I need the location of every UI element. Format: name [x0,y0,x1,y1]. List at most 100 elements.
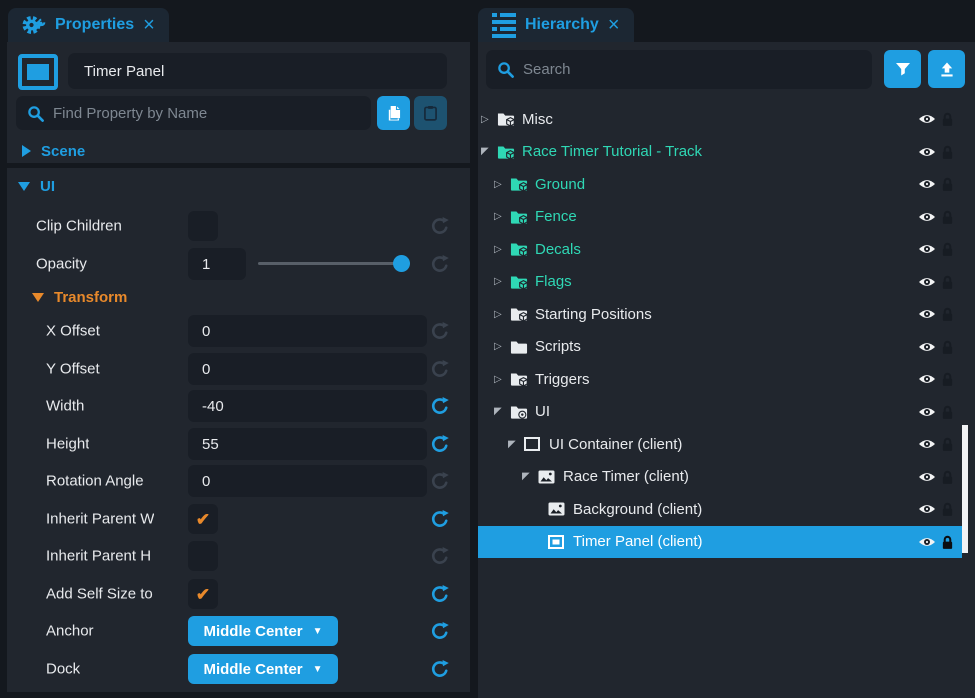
lock-icon[interactable] [941,502,954,517]
anchor-dropdown[interactable]: Middle Center ▼ [188,616,338,646]
visibility-eye-icon[interactable] [918,308,936,320]
section-transform[interactable]: Transform [32,286,127,308]
section-scene[interactable]: Scene [22,140,85,162]
reset-icon[interactable] [430,584,450,604]
visibility-eye-icon[interactable] [918,406,936,418]
visibility-eye-icon[interactable] [918,341,936,353]
container-icon [524,437,542,451]
reset-icon[interactable] [430,396,450,416]
expand-arrow-icon[interactable]: ▷ [494,309,508,320]
expand-arrow-icon[interactable]: ▷ [494,374,508,385]
reset-icon[interactable] [430,254,450,274]
lock-icon[interactable] [941,177,954,192]
tree-item-race-timer[interactable]: ◤ Race Timer (client) [478,461,962,494]
hierarchy-search-box[interactable] [486,50,872,89]
tree-item-race-timer-tutorial-track[interactable]: ◤ Race Timer Tutorial - Track [478,136,962,169]
visibility-eye-icon[interactable] [918,276,936,288]
tree-item-starting-positions[interactable]: ▷ Starting Positions [478,298,962,331]
tree-item-ground[interactable]: ▷ Ground [478,168,962,201]
lock-icon[interactable] [941,437,954,452]
close-icon[interactable]: × [608,15,620,35]
tree-item-flags[interactable]: ▷ Flags [478,266,962,299]
rotation-angle-input[interactable] [188,465,427,497]
filter-button[interactable] [884,50,921,88]
tree-item-misc[interactable]: ▷ Misc [478,103,962,136]
visibility-eye-icon[interactable] [918,243,936,255]
expand-arrow-icon[interactable]: ▷ [494,276,508,287]
scrollbar-thumb[interactable] [962,425,968,553]
tab-properties[interactable]: Properties × [8,8,169,42]
hierarchy-search-input[interactable] [523,61,861,78]
y-offset-input[interactable] [188,353,427,385]
tree-item-timer-panel-selected[interactable]: Timer Panel (client) [478,526,962,559]
visibility-eye-icon[interactable] [918,438,936,450]
copy-properties-button[interactable] [377,96,410,130]
tab-hierarchy[interactable]: Hierarchy × [478,8,634,42]
opacity-slider[interactable] [258,245,410,283]
slider-track[interactable] [258,262,410,265]
lock-icon[interactable] [941,274,954,289]
reset-icon[interactable] [430,216,450,236]
section-ui[interactable]: UI [18,175,55,197]
lock-icon[interactable] [941,372,954,387]
opacity-input[interactable] [188,248,246,280]
reset-icon[interactable] [430,321,450,341]
expand-arrow-icon[interactable]: ▷ [494,179,508,190]
dock-dropdown[interactable]: Middle Center ▼ [188,654,338,684]
reset-icon[interactable] [430,359,450,379]
visibility-eye-icon[interactable] [918,146,936,158]
reset-icon[interactable] [430,659,450,679]
width-input[interactable] [188,390,427,422]
tree-item-decals[interactable]: ▷ Decals [478,233,962,266]
expand-arrow-icon[interactable]: ▷ [494,341,508,352]
visibility-eye-icon[interactable] [918,211,936,223]
lock-icon[interactable] [941,469,954,484]
lock-icon[interactable] [941,307,954,322]
collapse-arrow-icon[interactable]: ◤ [481,146,495,157]
expand-arrow-icon[interactable]: ▷ [481,114,495,125]
tree-item-fence[interactable]: ▷ Fence [478,201,962,234]
x-offset-input[interactable] [188,315,427,347]
expand-arrow-icon[interactable]: ▷ [494,211,508,222]
reset-icon[interactable] [430,621,450,641]
property-search-input[interactable] [53,105,360,122]
collapse-arrow-icon[interactable]: ◤ [494,406,508,417]
collapse-arrow-icon[interactable]: ◤ [508,439,522,450]
folder-icon [510,339,528,355]
lock-icon[interactable] [941,404,954,419]
paste-properties-button[interactable] [414,96,447,130]
collapse-arrow-icon[interactable]: ◤ [522,471,536,482]
slider-knob[interactable] [393,255,410,272]
height-input[interactable] [188,428,427,460]
lock-icon[interactable] [941,144,954,159]
tree-item-ui[interactable]: ◤ UI [478,396,962,429]
close-icon[interactable]: × [143,15,155,35]
inherit-parent-height-checkbox[interactable] [188,541,218,571]
reset-icon[interactable] [430,471,450,491]
visibility-eye-icon[interactable] [918,471,936,483]
visibility-eye-icon[interactable] [918,373,936,385]
lock-icon[interactable] [941,242,954,257]
lock-icon[interactable] [941,339,954,354]
property-search-box[interactable] [16,96,371,130]
tree-item-background[interactable]: Background (client) [478,493,962,526]
upload-button[interactable] [928,50,965,88]
tree-item-ui-container[interactable]: ◤ UI Container (client) [478,428,962,461]
lock-icon[interactable] [941,112,954,127]
visibility-eye-icon[interactable] [918,536,936,548]
reset-icon[interactable] [430,434,450,454]
inherit-parent-width-checkbox[interactable]: ✔ [188,504,218,534]
clip-children-checkbox[interactable] [188,211,218,241]
entity-name-input[interactable] [68,53,447,89]
reset-icon[interactable] [430,509,450,529]
reset-icon[interactable] [430,546,450,566]
lock-icon[interactable] [941,534,954,549]
lock-icon[interactable] [941,209,954,224]
visibility-eye-icon[interactable] [918,178,936,190]
add-self-size-checkbox[interactable]: ✔ [188,579,218,609]
tree-item-scripts[interactable]: ▷ Scripts [478,331,962,364]
expand-arrow-icon[interactable]: ▷ [494,244,508,255]
tree-item-triggers[interactable]: ▷ Triggers [478,363,962,396]
visibility-eye-icon[interactable] [918,113,936,125]
visibility-eye-icon[interactable] [918,503,936,515]
